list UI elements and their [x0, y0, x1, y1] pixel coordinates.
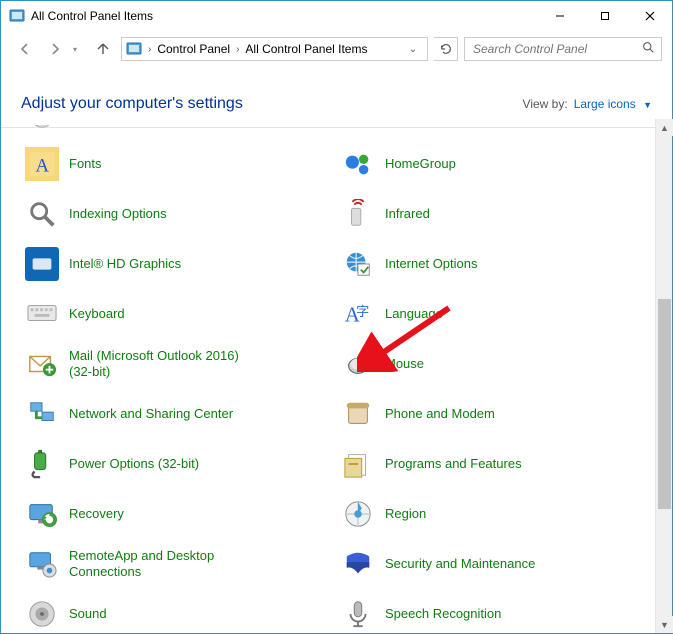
address-dropdown[interactable]: ⌄	[403, 44, 423, 55]
titlebar: All Control Panel Items	[1, 1, 672, 31]
infrared-icon	[341, 197, 375, 231]
viewby-value: Large icons	[574, 97, 636, 111]
search-input[interactable]	[471, 41, 642, 57]
control-panel-item-recovery[interactable]: Recovery	[19, 489, 335, 539]
power-icon	[25, 447, 59, 481]
homegroup-icon	[341, 147, 375, 181]
mail-icon	[25, 347, 59, 381]
address-bar[interactable]: › Control Panel › All Control Panel Item…	[121, 37, 428, 61]
control-panel-item-region[interactable]: Region	[335, 489, 651, 539]
window-title: All Control Panel Items	[31, 9, 153, 23]
forward-button[interactable]	[43, 37, 67, 61]
item-label: Region	[385, 506, 426, 522]
item-label: Internet Options	[385, 256, 478, 272]
search-box[interactable]	[464, 37, 662, 61]
intel-icon	[25, 247, 59, 281]
partial-item[interactable]	[335, 125, 651, 139]
back-button[interactable]	[13, 37, 37, 61]
item-label: Mouse	[385, 356, 424, 372]
item-label: HomeGroup	[385, 156, 456, 172]
item-label: Network and Sharing Center	[69, 406, 233, 422]
nav-row: ▾ › Control Panel › All Control Panel It…	[1, 31, 672, 67]
control-panel-item-fonts[interactable]: A Fonts	[19, 139, 335, 189]
control-panel-item-homegroup[interactable]: HomeGroup	[335, 139, 651, 189]
control-panel-item-phone[interactable]: Phone and Modem	[335, 389, 651, 439]
fonts-icon: A	[25, 147, 59, 181]
mouse-icon	[341, 347, 375, 381]
control-panel-item-internet[interactable]: Internet Options	[335, 239, 651, 289]
item-label: Intel® HD Graphics	[69, 256, 181, 272]
item-label: Indexing Options	[69, 206, 167, 222]
recent-locations-dropdown[interactable]: ▾	[73, 45, 85, 54]
programs-icon	[341, 447, 375, 481]
control-panel-item-speech[interactable]: Speech Recognition	[335, 589, 651, 633]
page-title: Adjust your computer's settings	[21, 95, 523, 113]
scroll-down-button[interactable]: ▼	[656, 616, 673, 633]
control-panel-item-intel[interactable]: Intel® HD Graphics	[19, 239, 335, 289]
search-icon	[642, 41, 655, 57]
breadcrumb-separator: ›	[146, 44, 153, 55]
control-panel-item-programs[interactable]: Programs and Features	[335, 439, 651, 489]
control-panel-item-sound[interactable]: Sound	[19, 589, 335, 633]
region-icon	[341, 497, 375, 531]
partial-item[interactable]	[19, 125, 335, 139]
up-button[interactable]	[91, 37, 115, 61]
recovery-icon	[25, 497, 59, 531]
item-label: Power Options (32-bit)	[69, 456, 199, 472]
control-panel-item-mail[interactable]: Mail (Microsoft Outlook 2016) (32-bit)	[19, 339, 335, 389]
viewby-label: View by:	[523, 97, 568, 111]
sound-icon	[25, 597, 59, 631]
svg-text:A: A	[35, 156, 49, 177]
control-panel-icon	[9, 8, 25, 24]
control-panel-item-remote[interactable]: RemoteApp and Desktop Connections	[19, 539, 335, 589]
speech-icon	[341, 597, 375, 631]
vertical-scrollbar[interactable]: ▲ ▼	[655, 119, 672, 633]
minimize-button[interactable]	[537, 1, 582, 31]
phone-icon	[341, 397, 375, 431]
internet-icon	[341, 247, 375, 281]
breadcrumb-separator: ›	[234, 44, 241, 55]
scroll-up-button[interactable]: ▲	[656, 119, 673, 136]
control-panel-item-mouse[interactable]: Mouse	[335, 339, 651, 389]
indexing-icon	[25, 197, 59, 231]
chevron-down-icon: ▼	[643, 100, 652, 110]
control-panel-item-keyboard[interactable]: Keyboard	[19, 289, 335, 339]
item-label: Fonts	[69, 156, 102, 172]
item-label: Language	[385, 306, 443, 322]
control-panel-item-infrared[interactable]: Infrared	[335, 189, 651, 239]
breadcrumb-segment[interactable]: All Control Panel Items	[245, 42, 367, 56]
maximize-button[interactable]	[582, 1, 627, 31]
svg-text:字: 字	[356, 304, 369, 319]
language-icon: A字	[341, 297, 375, 331]
keyboard-icon	[25, 297, 59, 331]
address-bar-icon	[126, 41, 142, 57]
item-label: Phone and Modem	[385, 406, 495, 422]
content-area: A Fonts HomeGroup Indexing Options Infrared I…	[1, 119, 672, 633]
network-icon	[25, 397, 59, 431]
scroll-thumb[interactable]	[658, 299, 671, 509]
viewby-dropdown[interactable]: Large icons ▼	[574, 97, 652, 111]
item-label: Security and Maintenance	[385, 556, 535, 572]
item-grid: A Fonts HomeGroup Indexing Options Infrared I…	[1, 119, 655, 633]
item-label: Keyboard	[69, 306, 125, 322]
control-panel-item-security[interactable]: Security and Maintenance	[335, 539, 651, 589]
control-panel-item-language[interactable]: A字 Language	[335, 289, 651, 339]
item-label: RemoteApp and Desktop Connections	[69, 548, 239, 581]
item-label: Programs and Features	[385, 456, 522, 472]
item-label: Speech Recognition	[385, 606, 501, 622]
breadcrumb-segment[interactable]: Control Panel	[157, 42, 230, 56]
item-label: Sound	[69, 606, 107, 622]
control-panel-item-power[interactable]: Power Options (32-bit)	[19, 439, 335, 489]
item-label: Infrared	[385, 206, 430, 222]
item-label: Recovery	[69, 506, 124, 522]
control-panel-item-indexing[interactable]: Indexing Options	[19, 189, 335, 239]
remote-icon	[25, 547, 59, 581]
control-panel-item-network[interactable]: Network and Sharing Center	[19, 389, 335, 439]
refresh-button[interactable]	[434, 37, 458, 61]
close-button[interactable]	[627, 1, 672, 31]
security-icon	[341, 547, 375, 581]
item-label: Mail (Microsoft Outlook 2016) (32-bit)	[69, 348, 239, 381]
